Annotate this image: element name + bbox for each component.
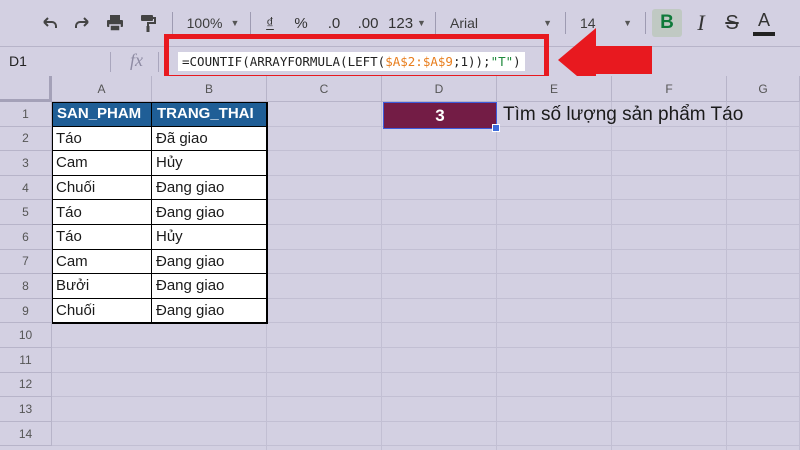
print-icon[interactable]: [101, 9, 129, 37]
status-cell[interactable]: Hủy: [152, 151, 267, 176]
chevron-down-icon: ▼: [417, 18, 426, 28]
chevron-down-icon: ▼: [230, 18, 240, 28]
name-box[interactable]: D1: [9, 53, 27, 69]
strikethrough-button[interactable]: S: [719, 9, 745, 37]
zoom-value: 100%: [186, 15, 223, 31]
gridline-horizontal: [52, 396, 800, 398]
gridline-horizontal: [52, 371, 800, 373]
fx-divider: [158, 52, 159, 72]
gridline-vertical: [726, 102, 727, 450]
row-header-6[interactable]: 6: [0, 225, 52, 250]
column-header-b[interactable]: B: [152, 76, 267, 102]
result-cell-d1[interactable]: 3: [383, 102, 500, 132]
table-header-cell[interactable]: SAN_PHAM: [52, 102, 152, 127]
result-value: 3: [435, 105, 445, 125]
column-header-a[interactable]: A: [52, 76, 152, 102]
fx-icon: fx: [130, 50, 143, 70]
formula-criteria: "T": [490, 54, 514, 69]
undo-icon[interactable]: [36, 9, 64, 37]
column-header-e[interactable]: E: [497, 76, 612, 102]
paint-format-icon[interactable]: [134, 9, 162, 37]
status-cell[interactable]: Hủy: [152, 225, 267, 250]
zoom-select[interactable]: 100% ▼: [182, 9, 244, 37]
text-color-icon: A: [757, 10, 770, 30]
row-header-1[interactable]: 1: [0, 102, 52, 127]
table-header-cell[interactable]: TRANG_THAI: [152, 102, 267, 127]
toolbar-divider: [172, 12, 173, 34]
row-header-14[interactable]: 14: [0, 421, 52, 447]
column-header-g[interactable]: G: [727, 76, 800, 102]
note-cell-e1[interactable]: Tìm số lượng sản phẩm Táo: [503, 104, 743, 126]
more-formats-button[interactable]: 123 ▼: [387, 9, 427, 37]
status-cell[interactable]: Đã giao: [152, 126, 267, 152]
italic-button[interactable]: I: [688, 9, 714, 37]
font-family-value: Arial: [450, 15, 479, 31]
status-cell[interactable]: Đang giao: [152, 274, 267, 299]
product-cell[interactable]: Bưởi: [52, 274, 152, 299]
product-cell[interactable]: Cam: [52, 151, 152, 176]
product-cell[interactable]: Cam: [52, 249, 152, 275]
status-cell[interactable]: Đang giao: [152, 249, 267, 275]
formula-suffix: ): [513, 54, 521, 69]
formula-mid: ;1));: [452, 54, 491, 69]
gridline-vertical: [496, 102, 497, 450]
increase-decimals-button[interactable]: .00: [352, 9, 384, 37]
row-header-7[interactable]: 7: [0, 249, 52, 275]
column-header-c[interactable]: C: [267, 76, 382, 102]
currency-format-button[interactable]: ₫: [259, 9, 281, 37]
bold-button[interactable]: B: [652, 9, 682, 37]
status-cell[interactable]: Đang giao: [152, 200, 267, 225]
gridline-vertical: [381, 102, 382, 450]
product-cell[interactable]: Táo: [52, 126, 152, 152]
product-cell[interactable]: Chuối: [52, 175, 152, 201]
row-header-4[interactable]: 4: [0, 175, 52, 201]
status-cell[interactable]: Đang giao: [152, 298, 267, 324]
row-header-8[interactable]: 8: [0, 274, 52, 299]
text-color-button[interactable]: A: [750, 9, 778, 37]
row-header-11[interactable]: 11: [0, 348, 52, 373]
formula-input[interactable]: =COUNTIF(ARRAYFORMULA(LEFT($A$2:$A$9;1))…: [178, 52, 525, 71]
fill-handle[interactable]: [492, 124, 500, 132]
gridline-horizontal: [52, 420, 800, 422]
chevron-down-icon: ▼: [543, 18, 552, 28]
formula-range: $A$2:$A$9: [385, 54, 453, 69]
toolbar-divider: [435, 12, 436, 34]
row-header-3[interactable]: 3: [0, 151, 52, 176]
gridline-horizontal: [52, 445, 800, 447]
toolbar-divider: [250, 12, 251, 34]
product-cell[interactable]: Chuối: [52, 298, 152, 324]
name-box-divider: [110, 52, 111, 72]
column-header-f[interactable]: F: [612, 76, 727, 102]
gridline-vertical: [611, 102, 612, 450]
row-header-9[interactable]: 9: [0, 298, 52, 324]
product-cell[interactable]: Táo: [52, 200, 152, 225]
redo-icon[interactable]: [68, 9, 96, 37]
font-family-select[interactable]: Arial ▼: [444, 9, 556, 37]
decrease-decimals-button[interactable]: .0: [321, 9, 347, 37]
row-header-13[interactable]: 13: [0, 397, 52, 422]
percent-format-button[interactable]: %: [290, 9, 312, 37]
select-all-corner[interactable]: [0, 76, 52, 102]
formula-prefix: =COUNTIF(ARRAYFORMULA(LEFT(: [182, 54, 386, 69]
row-header-10[interactable]: 10: [0, 323, 52, 348]
more-formats-label: 123: [388, 14, 414, 32]
column-header-d[interactable]: D: [382, 76, 497, 102]
row-header-12[interactable]: 12: [0, 372, 52, 398]
row-header-5[interactable]: 5: [0, 200, 52, 225]
status-cell[interactable]: Đang giao: [152, 175, 267, 201]
gridline-horizontal: [52, 347, 800, 348]
row-header-2[interactable]: 2: [0, 126, 52, 152]
product-cell[interactable]: Táo: [52, 225, 152, 250]
text-color-swatch: [753, 32, 775, 36]
